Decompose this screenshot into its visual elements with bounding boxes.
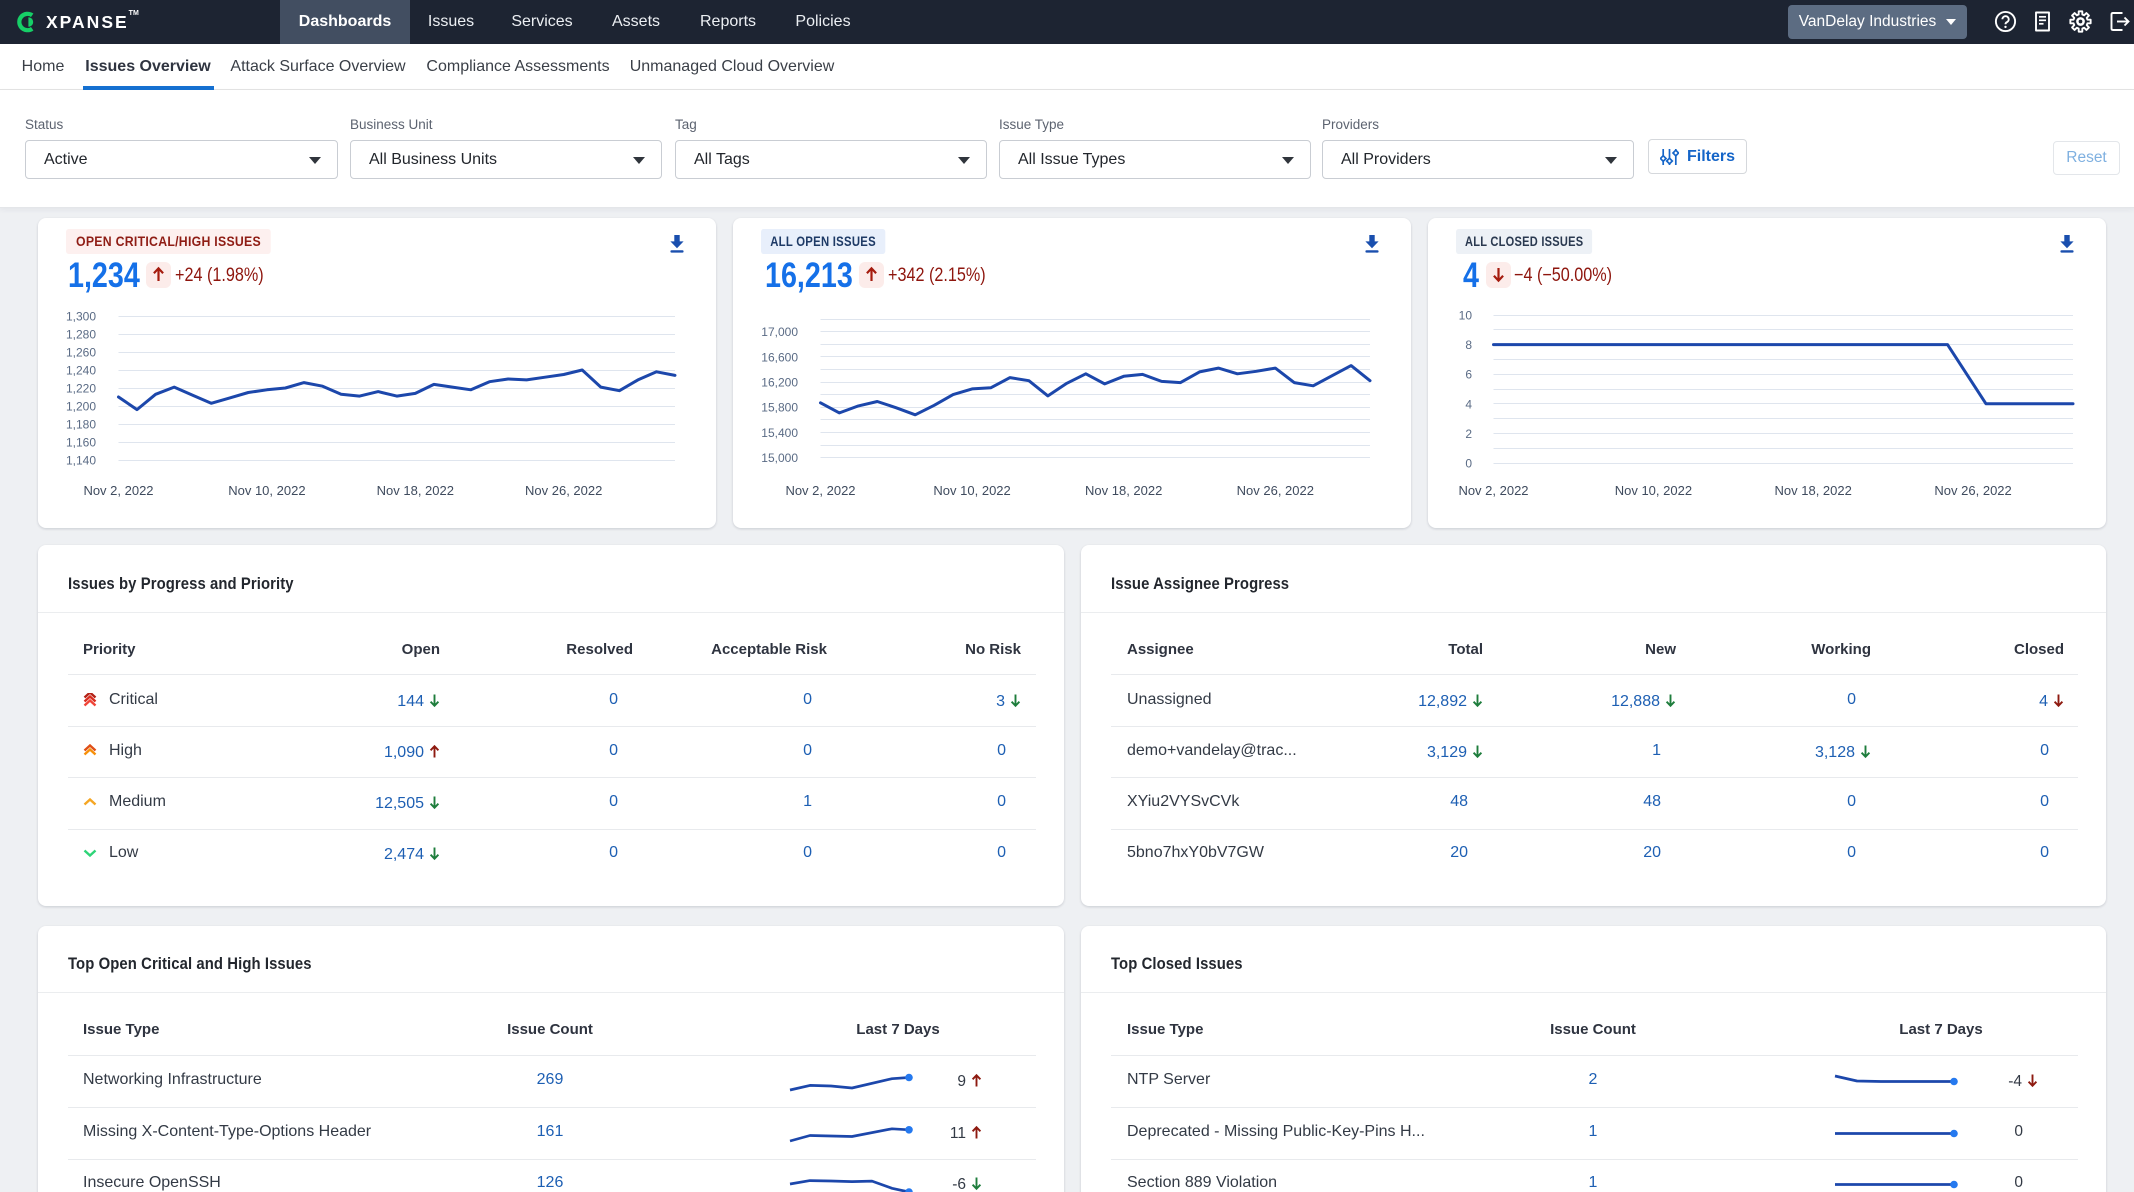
svg-text:16,600: 16,600 bbox=[761, 350, 798, 364]
svg-text:1,220: 1,220 bbox=[66, 382, 96, 396]
svg-text:1,200: 1,200 bbox=[66, 400, 96, 414]
svg-text:Nov 10, 2022: Nov 10, 2022 bbox=[933, 483, 1010, 498]
svg-text:Nov 18, 2022: Nov 18, 2022 bbox=[377, 483, 454, 498]
svg-text:Nov 2, 2022: Nov 2, 2022 bbox=[1458, 483, 1528, 498]
svg-text:10: 10 bbox=[1459, 309, 1473, 323]
svg-text:1,240: 1,240 bbox=[66, 364, 96, 378]
svg-text:0: 0 bbox=[1465, 457, 1472, 471]
svg-text:Nov 2, 2022: Nov 2, 2022 bbox=[83, 483, 153, 498]
svg-text:1,280: 1,280 bbox=[66, 328, 96, 342]
svg-text:Nov 10, 2022: Nov 10, 2022 bbox=[1615, 483, 1692, 498]
svg-text:Nov 18, 2022: Nov 18, 2022 bbox=[1775, 483, 1852, 498]
svg-text:4: 4 bbox=[1465, 397, 1472, 411]
svg-text:Nov 26, 2022: Nov 26, 2022 bbox=[1237, 483, 1314, 498]
svg-text:16,200: 16,200 bbox=[761, 376, 798, 390]
svg-text:15,800: 15,800 bbox=[761, 401, 798, 415]
svg-text:1,180: 1,180 bbox=[66, 418, 96, 432]
svg-text:Nov 26, 2022: Nov 26, 2022 bbox=[525, 483, 602, 498]
svg-text:6: 6 bbox=[1465, 368, 1472, 382]
svg-text:Nov 18, 2022: Nov 18, 2022 bbox=[1085, 483, 1162, 498]
svg-text:2: 2 bbox=[1465, 427, 1472, 441]
svg-text:17,000: 17,000 bbox=[761, 325, 798, 339]
svg-text:1,260: 1,260 bbox=[66, 346, 96, 360]
svg-text:Nov 26, 2022: Nov 26, 2022 bbox=[1934, 483, 2011, 498]
svg-text:1,140: 1,140 bbox=[66, 454, 96, 468]
svg-text:8: 8 bbox=[1465, 338, 1472, 352]
svg-text:15,400: 15,400 bbox=[761, 426, 798, 440]
svg-text:Nov 2, 2022: Nov 2, 2022 bbox=[785, 483, 855, 498]
svg-text:1,300: 1,300 bbox=[66, 310, 96, 324]
svg-text:1,160: 1,160 bbox=[66, 436, 96, 450]
svg-text:15,000: 15,000 bbox=[761, 451, 798, 465]
svg-text:Nov 10, 2022: Nov 10, 2022 bbox=[228, 483, 305, 498]
